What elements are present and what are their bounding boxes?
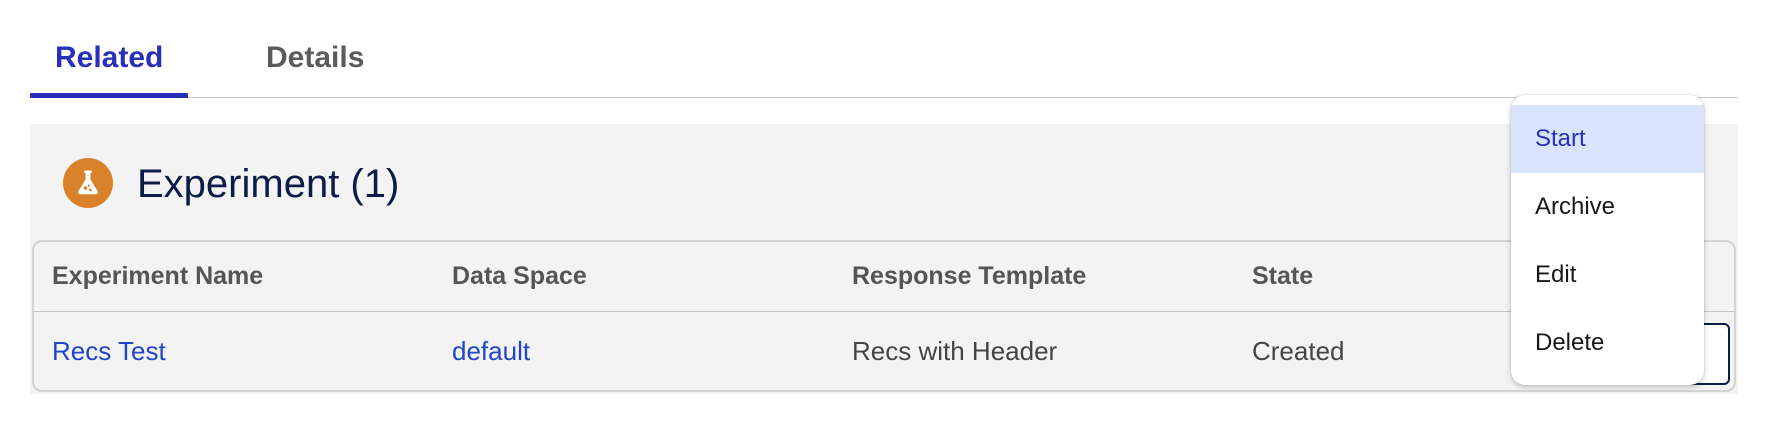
column-header-experiment-name[interactable]: Experiment Name — [52, 262, 263, 291]
data-space-link[interactable]: default — [452, 336, 530, 367]
tab-bar: Related Details — [29, 0, 1738, 98]
menu-item-archive[interactable]: Archive — [1511, 173, 1704, 241]
experiment-table: Experiment Name Data Space Response Temp… — [32, 240, 1736, 392]
page: Related Details Experiment (1) Experimen… — [0, 0, 1768, 428]
related-list-card: Experiment (1) Experiment Name Data Spac… — [30, 124, 1738, 394]
experiment-name-link[interactable]: Recs Test — [52, 336, 166, 367]
row-actions-menu: Start Archive Edit Delete — [1511, 95, 1704, 385]
column-header-state[interactable]: State — [1252, 262, 1313, 291]
tab-related[interactable]: Related — [29, 38, 189, 98]
column-header-data-space[interactable]: Data Space — [452, 262, 587, 291]
menu-item-start[interactable]: Start — [1511, 105, 1704, 173]
related-list-header: Experiment (1) — [30, 124, 1738, 238]
state-cell: Created — [1252, 336, 1345, 366]
response-template-cell: Recs with Header — [852, 336, 1058, 366]
menu-item-delete[interactable]: Delete — [1511, 309, 1704, 377]
column-header-response-template[interactable]: Response Template — [852, 262, 1086, 291]
flask-icon — [63, 158, 113, 208]
menu-item-edit[interactable]: Edit — [1511, 241, 1704, 309]
related-list-title[interactable]: Experiment (1) — [137, 160, 399, 208]
table-header: Experiment Name Data Space Response Temp… — [34, 242, 1734, 312]
tab-details[interactable]: Details — [266, 38, 364, 98]
table-row: Recs Test default Recs with Header Creat… — [34, 313, 1734, 391]
